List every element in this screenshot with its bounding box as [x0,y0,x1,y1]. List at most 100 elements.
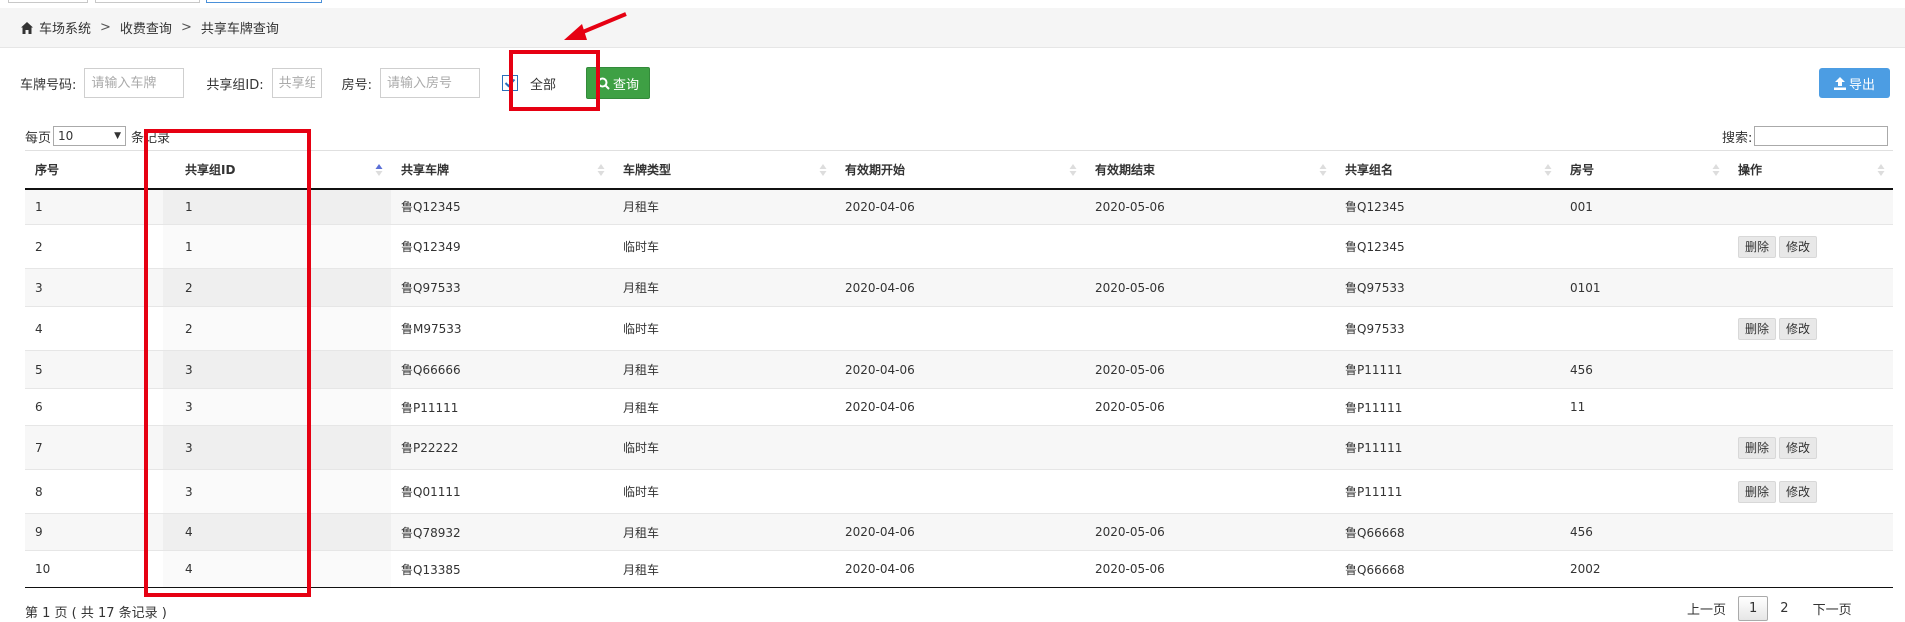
column-header-no[interactable]: 序号 [25,150,163,190]
plate-label: 车牌号码: [20,77,77,93]
page-button-current[interactable]: 1 [1738,596,1769,621]
column-header-end[interactable]: 有效期结束 [1085,150,1335,190]
edit-button[interactable]: 修改 [1779,317,1818,340]
sort-icon [1319,164,1327,176]
cell-room [1560,469,1728,514]
delete-button[interactable]: 删除 [1738,317,1777,340]
cell-group-id: 3 [163,388,391,426]
column-header-group-id[interactable]: 共享组ID [163,150,391,190]
cell-group-id: 2 [163,306,391,351]
cell-end [1085,469,1335,514]
cell-plate-type: 临时车 [613,425,835,470]
table-info: 第 1 页 ( 共 17 条记录 ) [25,606,167,621]
column-header-plate-type[interactable]: 车牌类型 [613,150,835,190]
pagination: 上一页 1 2 下一页 [1675,596,1864,621]
all-checkbox-wrap[interactable]: 全部 [502,74,556,93]
cell-plate-type: 月租车 [613,388,835,426]
cell-group-id: 4 [163,513,391,551]
page-length-control: 每页 10 ▼ 条记录 [25,126,170,146]
cell-plate: 鲁Q66666 [391,350,613,389]
cell-actions [1728,268,1893,307]
cell-start [835,306,1085,351]
table-row: 2 1 鲁Q12349 临时车 鲁Q12345 删除 修改 [25,224,1893,269]
cell-plate: 鲁Q12349 [391,224,613,269]
column-header-plate[interactable]: 共享车牌 [391,150,613,190]
cell-start: 2020-04-06 [835,188,1085,225]
group-id-input[interactable] [271,68,322,98]
top-tab-strip [0,0,1905,4]
search-icon [597,77,610,90]
cell-end [1085,425,1335,470]
column-header-actions[interactable]: 操作 [1728,150,1893,190]
breadcrumb: 车场系统 > 收费查询 > 共享车牌查询 [0,8,1905,48]
all-checkbox[interactable] [502,75,519,91]
cell-plate-type: 临时车 [613,469,835,514]
column-header-label: 序号 [35,162,60,177]
cell-group-id: 2 [163,268,391,307]
delete-button[interactable]: 删除 [1738,436,1777,459]
cell-start [835,224,1085,269]
top-tab-active[interactable] [206,0,322,3]
table-body: 1 1 鲁Q12345 月租车 2020-04-06 2020-05-06 鲁Q12345 0… [25,188,1893,588]
cell-no: 1 [25,188,163,225]
per-page-select[interactable]: 10 ▼ [53,126,127,146]
cell-group-name: 鲁Q12345 [1335,224,1560,269]
table-search-input[interactable] [1754,126,1889,146]
edit-button[interactable]: 修改 [1779,480,1818,503]
cell-plate: 鲁Q01111 [391,469,613,514]
cell-no: 2 [25,224,163,269]
column-header-label: 有效期结束 [1095,162,1156,177]
cell-end: 2020-05-06 [1085,388,1335,426]
query-button[interactable]: 查询 [586,67,651,99]
cell-end [1085,306,1335,351]
room-label: 房号: [341,77,373,93]
cell-group-name: 鲁P11111 [1335,425,1560,470]
cell-actions: 删除 修改 [1728,306,1893,351]
page-button[interactable]: 2 [1768,601,1800,616]
table-search-label: 搜索: [1722,130,1753,146]
cell-start: 2020-04-06 [835,550,1085,588]
cell-actions: 删除 修改 [1728,469,1893,514]
cell-no: 6 [25,388,163,426]
cell-group-id: 4 [163,550,391,588]
sort-icon [1069,164,1077,176]
query-button-label: 查询 [613,77,640,93]
column-header-room[interactable]: 房号 [1560,150,1728,190]
export-button-label: 导出 [1848,77,1875,93]
top-tab[interactable] [95,0,200,3]
breadcrumb-item-system[interactable]: 车场系统 [39,18,91,37]
shared-plate-table: 序号 共享组ID 共享车牌 车牌类型 有效期开始 有效期结束 共享组名 房号 操… [25,150,1893,588]
delete-button[interactable]: 删除 [1738,480,1777,503]
cell-end: 2020-05-06 [1085,350,1335,389]
room-input[interactable] [380,68,481,98]
column-header-label: 共享组ID [185,162,236,177]
cell-start: 2020-04-06 [835,388,1085,426]
edit-button[interactable]: 修改 [1779,235,1818,258]
cell-plate-type: 月租车 [613,268,835,307]
prev-page-button[interactable]: 上一页 [1675,599,1738,618]
edit-button[interactable]: 修改 [1779,436,1818,459]
cell-end: 2020-05-06 [1085,550,1335,588]
plate-input[interactable] [84,68,185,98]
export-button[interactable]: 导出 [1819,68,1890,98]
top-tab[interactable] [8,0,88,3]
delete-button[interactable]: 删除 [1738,235,1777,258]
cell-group-id: 1 [163,224,391,269]
cell-end: 2020-05-06 [1085,188,1335,225]
breadcrumb-item-charge-query[interactable]: 收费查询 [120,18,172,37]
per-page-value: 10 [58,129,74,143]
cell-start: 2020-04-06 [835,268,1085,307]
column-header-group-name[interactable]: 共享组名 [1335,150,1560,190]
cell-start [835,425,1085,470]
cell-plate: 鲁P11111 [391,388,613,426]
column-header-label: 共享组名 [1345,162,1394,177]
cell-plate-type: 月租车 [613,550,835,588]
table-row: 7 3 鲁P22222 临时车 鲁P11111 删除 修改 [25,425,1893,470]
cell-no: 3 [25,268,163,307]
next-page-button[interactable]: 下一页 [1801,599,1864,618]
cell-group-id: 1 [163,188,391,225]
column-header-start[interactable]: 有效期开始 [835,150,1085,190]
cell-plate-type: 月租车 [613,188,835,225]
per-page-suffix: 条记录 [131,130,171,146]
per-page-prefix: 每页 [25,130,52,146]
